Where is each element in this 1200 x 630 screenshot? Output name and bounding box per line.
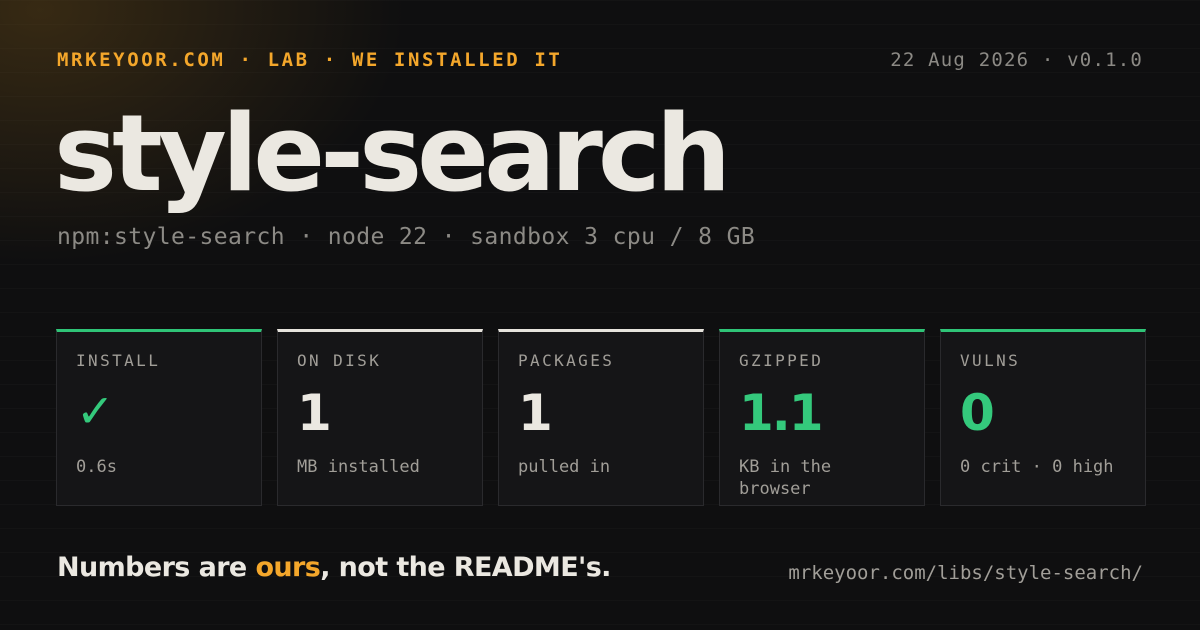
page-subtitle: npm:style-search · node 22 · sandbox 3 c… bbox=[57, 224, 756, 250]
stat-card-install: INSTALL ✓ 0.6s bbox=[56, 329, 262, 506]
stat-card-packages: PACKAGES 1 pulled in bbox=[498, 329, 704, 506]
stat-card-vulns: VULNS 0 0 crit · 0 high bbox=[940, 329, 1146, 506]
stat-label: GZIPPED bbox=[739, 351, 824, 370]
stat-note: 0 crit · 0 high bbox=[960, 457, 1114, 477]
stat-label: PACKAGES bbox=[518, 351, 615, 370]
date-version: 22 Aug 2026 · v0.1.0 bbox=[890, 49, 1143, 71]
stat-label: VULNS bbox=[960, 351, 1021, 370]
brand-breadcrumb: MRKEYOOR.COM · LAB · WE INSTALLED IT bbox=[57, 49, 563, 71]
page-url: mrkeyoor.com/libs/style-search/ bbox=[788, 562, 1143, 584]
tagline: Numbers are ours, not the README's. bbox=[57, 552, 611, 583]
stat-label: ON DISK bbox=[297, 351, 382, 370]
stats-cards: INSTALL ✓ 0.6s ON DISK 1 MB installed PA… bbox=[56, 329, 1146, 506]
top-bar: MRKEYOOR.COM · LAB · WE INSTALLED IT 22 … bbox=[57, 49, 1143, 71]
stat-note: pulled in bbox=[518, 457, 611, 477]
stat-card-gzipped: GZIPPED 1.1 KB in the browser bbox=[719, 329, 925, 506]
stat-card-on-disk: ON DISK 1 MB installed bbox=[277, 329, 483, 506]
stat-value: 0 bbox=[960, 384, 995, 442]
tagline-text: Numbers are bbox=[57, 552, 256, 583]
stat-note: 0.6s bbox=[76, 457, 117, 477]
stat-label: INSTALL bbox=[76, 351, 161, 370]
stat-value: 1 bbox=[518, 384, 553, 442]
stat-note: MB installed bbox=[297, 457, 420, 477]
page-title: style-search bbox=[54, 92, 731, 215]
stat-value: 1 bbox=[297, 384, 332, 442]
stat-note: KB in the browser bbox=[739, 457, 832, 499]
tagline-accent: ours bbox=[255, 552, 321, 583]
stat-value: 1.1 bbox=[739, 384, 824, 442]
tagline-text-end: , not the README's. bbox=[320, 552, 611, 583]
checkmark-icon: ✓ bbox=[76, 384, 115, 438]
